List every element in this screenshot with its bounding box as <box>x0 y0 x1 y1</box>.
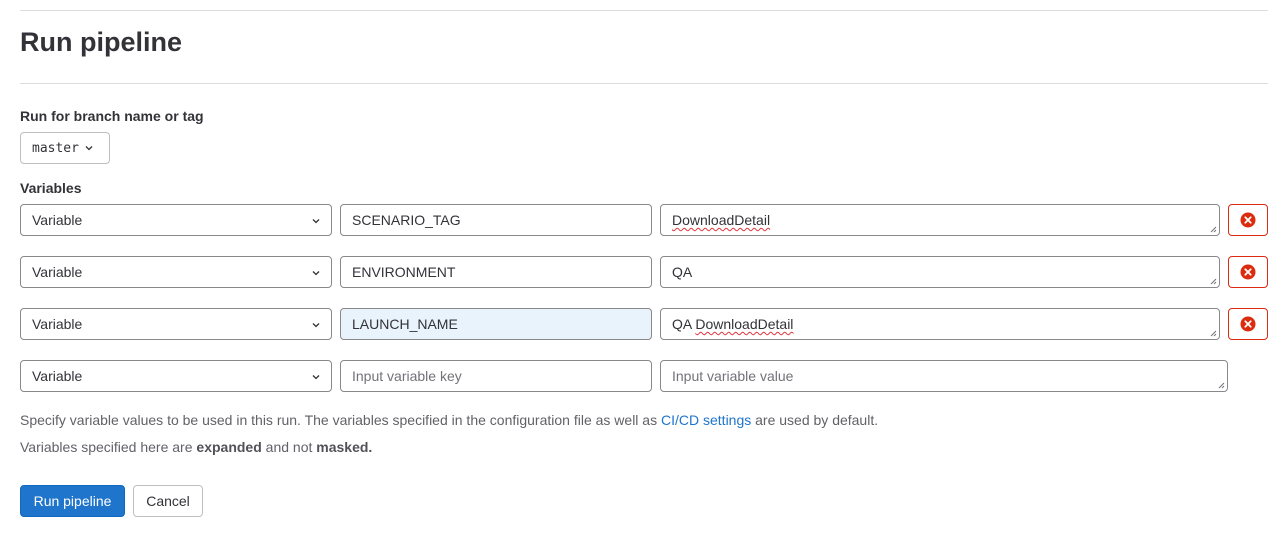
variable-value-text: DownloadDetail <box>695 316 794 332</box>
variable-row: Variable LAUNCH_NAME QA DownloadDetail <box>20 308 1268 340</box>
variable-value-prefix: QA <box>672 316 696 332</box>
chevron-down-icon <box>312 271 320 276</box>
help-text: Specify variable values to be used in th… <box>20 412 661 428</box>
remove-variable-button[interactable] <box>1228 204 1268 236</box>
help-text: Variables specified here are <box>20 439 197 455</box>
variable-value-input[interactable]: DownloadDetail <box>660 204 1220 236</box>
run-pipeline-button[interactable]: Run pipeline <box>20 485 125 517</box>
resize-grip-icon[interactable] <box>1218 382 1225 389</box>
variable-key-value: SCENARIO_TAG <box>352 212 461 228</box>
top-divider <box>20 10 1268 11</box>
remove-circle-icon <box>1240 212 1256 228</box>
remove-variable-button[interactable] <box>1228 256 1268 288</box>
title-divider <box>20 83 1268 84</box>
chevron-down-icon <box>312 375 320 380</box>
variable-type-select[interactable]: Variable <box>20 360 332 392</box>
variable-key-input[interactable]: SCENARIO_TAG <box>340 204 652 236</box>
help-bold-expanded: expanded <box>196 439 262 455</box>
help-text-line1: Specify variable values to be used in th… <box>20 412 878 428</box>
resize-grip-icon[interactable] <box>1210 330 1217 337</box>
variable-type-select[interactable]: Variable <box>20 256 332 288</box>
variable-key-input[interactable]: Input variable key <box>340 360 652 392</box>
branch-selected-value: master <box>32 140 79 156</box>
resize-grip-icon[interactable] <box>1210 278 1217 285</box>
variable-type-value: Variable <box>32 316 83 332</box>
variable-value-placeholder: Input variable value <box>672 368 794 384</box>
remove-circle-icon <box>1240 316 1256 332</box>
chevron-down-icon <box>312 323 320 328</box>
help-text: are used by default. <box>751 412 879 428</box>
help-bold-masked: masked. <box>316 439 373 455</box>
variable-type-select[interactable]: Variable <box>20 204 332 236</box>
remove-circle-icon <box>1240 264 1256 280</box>
variable-value-text: QA <box>672 264 693 280</box>
variable-type-value: Variable <box>32 368 83 384</box>
variable-key-placeholder: Input variable key <box>352 368 462 384</box>
variable-key-input[interactable]: LAUNCH_NAME <box>340 308 652 340</box>
page-title: Run pipeline <box>20 27 182 57</box>
variable-row: Variable Input variable key Input variab… <box>20 360 1268 392</box>
variable-value-input[interactable]: QA DownloadDetail <box>660 308 1220 340</box>
variable-value-input[interactable]: QA <box>660 256 1220 288</box>
variable-value-input[interactable]: Input variable value <box>660 360 1228 392</box>
variable-row: Variable SCENARIO_TAG DownloadDetail <box>20 204 1268 236</box>
variable-type-value: Variable <box>32 264 83 280</box>
chevron-down-icon <box>85 146 93 151</box>
variables-label: Variables <box>20 180 82 196</box>
help-text-line2: Variables specified here are expanded an… <box>20 439 372 455</box>
variable-key-value: LAUNCH_NAME <box>352 316 458 332</box>
cancel-button[interactable]: Cancel <box>133 485 203 517</box>
resize-grip-icon[interactable] <box>1210 226 1217 233</box>
help-text: and not <box>261 439 317 455</box>
remove-variable-button[interactable] <box>1228 308 1268 340</box>
variable-value-text: DownloadDetail <box>672 212 771 228</box>
variable-type-select[interactable]: Variable <box>20 308 332 340</box>
variable-key-value: ENVIRONMENT <box>352 264 456 280</box>
branch-dropdown[interactable]: master <box>20 132 110 164</box>
variable-row: Variable ENVIRONMENT QA <box>20 256 1268 288</box>
variable-key-input[interactable]: ENVIRONMENT <box>340 256 652 288</box>
variable-type-value: Variable <box>32 212 83 228</box>
cicd-settings-link[interactable]: CI/CD settings <box>661 412 751 428</box>
chevron-down-icon <box>312 219 320 224</box>
branch-label: Run for branch name or tag <box>20 108 204 124</box>
